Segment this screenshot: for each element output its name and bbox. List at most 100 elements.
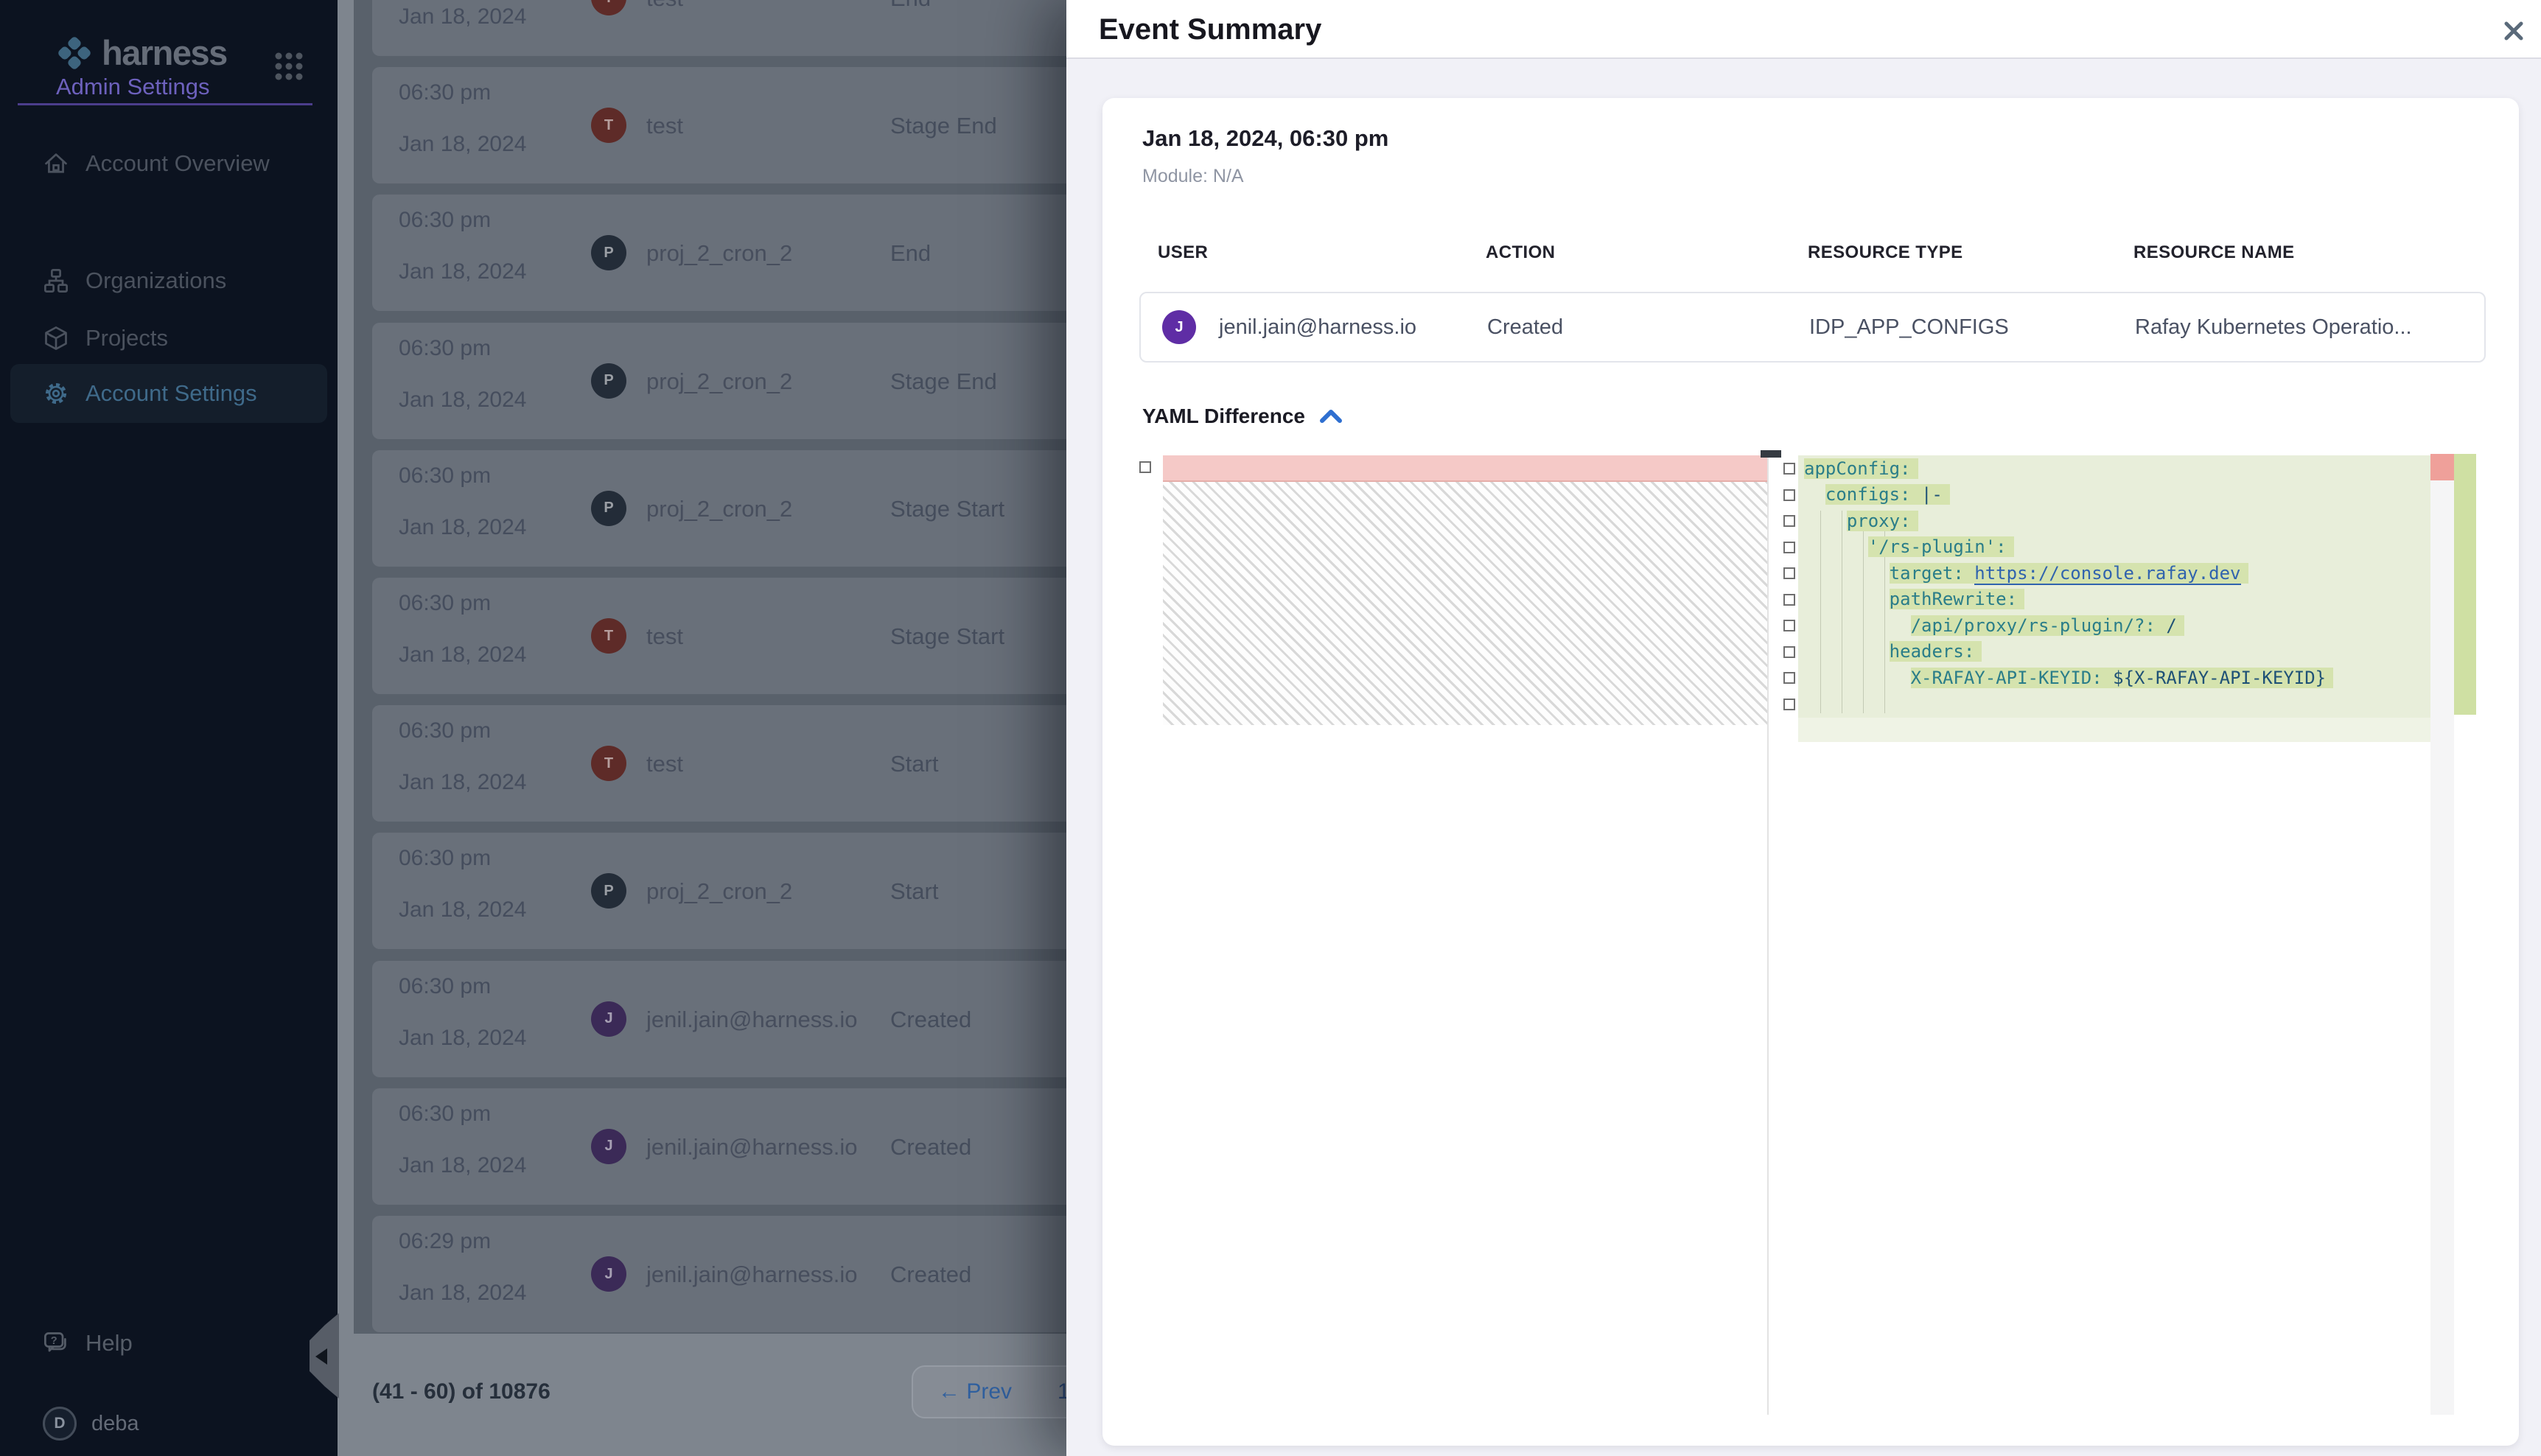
table-row[interactable]: 06:30 pmJan 18, 2024TtestStage Start [372,578,1081,694]
table-row[interactable]: 06:30 pmJan 18, 2024Pproj_2_cron_2Stage … [372,323,1081,439]
user-name: proj_2_cron_2 [646,496,792,522]
table-row[interactable]: 06:30 pmJan 18, 2024Jjenil.jain@harness.… [372,961,1081,1077]
event-date: Jan 18, 2024 [399,259,526,284]
yaml-diff-editor[interactable]: appConfig:configs: |- proxy: '/rs-plugin':… [1138,452,2506,1415]
svg-text:?: ? [51,1335,57,1347]
user-name: test [646,113,683,139]
code-line[interactable]: headers: [1798,639,2430,665]
harness-logo: harness [55,32,227,73]
sidebar-item-projects[interactable]: Projects [10,309,327,368]
code-segment-key: /api/proxy/rs-plugin/?: [1911,615,2167,636]
event-date: Jan 18, 2024 [399,1153,526,1178]
table-row[interactable]: 06:30 pmJan 18, 2024TtestStage End [372,67,1081,183]
fold-marker[interactable] [1783,515,1795,527]
table-row[interactable]: 06:30 pmJan 18, 2024Pproj_2_cron_2End [372,195,1081,311]
close-icon [2499,16,2528,46]
code-text: pathRewrite: [1890,589,2024,609]
event-type: Stage Start [890,623,1004,650]
avatar: T [591,0,626,15]
pagination-controls: ← Prev 1 [912,1365,1092,1418]
avatar: J [591,1129,626,1164]
sidebar: harness Admin Settings Account OverviewO… [0,0,338,1456]
close-button[interactable] [2499,16,2528,46]
code-segment-url: https://console.rafay.dev [1974,563,2240,585]
table-row[interactable]: 06:30 pmJan 18, 2024Pproj_2_cron_2Start [372,833,1081,949]
added-code-pane[interactable]: appConfig:configs: |- proxy: '/rs-plugin':… [1798,455,2430,718]
event-time: 06:30 pm [399,846,491,871]
code-text: /api/proxy/rs-plugin/?: / [1911,615,2184,636]
table-row[interactable]: 06:30 pmJan 18, 2024Pproj_2_cron_2Stage … [372,450,1081,567]
avatar: J [1162,310,1196,344]
event-time: 06:30 pm [399,718,491,743]
sidebar-item-account-settings[interactable]: Account Settings [10,364,327,423]
code-text: headers: [1890,641,1982,662]
code-line[interactable]: /api/proxy/rs-plugin/?: / [1798,612,2430,639]
event-type: End [890,0,931,12]
diff-splitter[interactable] [1767,452,1769,1415]
code-segment-value: |- [1921,484,1943,505]
sidebar-item-account-overview[interactable]: Account Overview [10,134,327,193]
fold-marker[interactable] [1783,542,1795,553]
user-menu[interactable]: D deba [10,1393,327,1455]
sidebar-item-organizations[interactable]: Organizations [10,251,327,310]
code-segment-key: pathRewrite: [1890,589,2017,609]
overview-ruler-deletion [2430,454,2454,480]
table-row[interactable]: 06:29 pmJan 18, 2024Jjenil.jain@harness.… [372,1216,1081,1332]
collapse-arrow-icon [315,1348,327,1365]
code-line[interactable]: appConfig: [1798,455,2430,482]
fold-marker[interactable] [1783,620,1795,631]
code-segment-value: ${X-RAFAY-API-KEYID} [2113,668,2326,688]
overview-ruler-track[interactable] [2430,480,2454,1415]
user-name: test [646,751,683,777]
prev-page-button[interactable]: ← Prev [934,1367,1016,1417]
column-header: RESOURCE NAME [2133,242,2295,263]
sidebar-item-help[interactable]: ? Help [10,1315,327,1372]
fold-marker[interactable] [1783,567,1795,579]
event-detail-card: Jan 18, 2024, 06:30 pm Module: N/A USERA… [1102,98,2519,1446]
column-header: ACTION [1486,242,1555,263]
code-text: configs: |- [1825,484,1950,505]
event-time: 06:30 pm [399,80,491,105]
event-date: Jan 18, 2024 [399,388,526,413]
fold-marker[interactable] [1783,463,1795,475]
code-text: proxy: [1847,511,1918,531]
avatar: P [591,873,626,909]
table-row[interactable]: 06:30 pmJan 18, 2024TtestStart [372,705,1081,822]
yaml-difference-toggle[interactable]: YAML Difference [1142,405,1343,428]
fold-marker[interactable] [1783,672,1795,684]
user-name: jenil.jain@harness.io [646,1007,858,1033]
table-row[interactable]: 06:30 pmJan 18, 2024TtestEnd [372,0,1081,56]
code-text: X-RAFAY-API-KEYID: ${X-RAFAY-API-KEYID} [1911,668,2334,688]
help-label: Help [85,1330,133,1357]
user-name: test [646,623,683,650]
fold-marker[interactable] [1783,594,1795,606]
cube-icon [43,325,69,351]
user-name: jenil.jain@harness.io [646,1134,858,1161]
logo-wordmark: harness [102,32,227,73]
fold-marker[interactable] [1783,489,1795,501]
avatar: D [43,1407,77,1441]
added-code-pane-tail [1798,718,2430,742]
avatar: P [591,491,626,526]
code-line[interactable]: proxy: [1798,508,2430,534]
fold-marker[interactable] [1783,646,1795,658]
table-row[interactable]: 06:30 pmJan 18, 2024Jjenil.jain@harness.… [372,1088,1081,1205]
fold-marker[interactable] [1783,699,1795,710]
code-segment-key: target: [1890,563,1975,584]
code-line[interactable]: X-RAFAY-API-KEYID: ${X-RAFAY-API-KEYID} [1798,665,2430,691]
chevron-up-icon [1318,407,1343,426]
avatar: J [591,1001,626,1037]
diff-splitter-handle[interactable] [1761,450,1781,458]
code-line[interactable]: target: https://console.rafay.dev [1798,560,2430,587]
event-time: 06:30 pm [399,974,491,999]
pagination-range: (41 - 60) of 10876 [372,1379,551,1404]
avatar: T [591,746,626,781]
code-line[interactable]: pathRewrite: [1798,587,2430,613]
fold-marker[interactable] [1139,461,1151,473]
code-line[interactable]: '/rs-plugin': [1798,534,2430,561]
event-date: Jan 18, 2024 [399,770,526,795]
sidebar-item-label: Organizations [85,267,226,294]
help-chat-icon: ? [43,1330,69,1357]
app-grid-icon[interactable] [273,50,305,83]
code-line[interactable]: configs: |- [1798,482,2430,508]
